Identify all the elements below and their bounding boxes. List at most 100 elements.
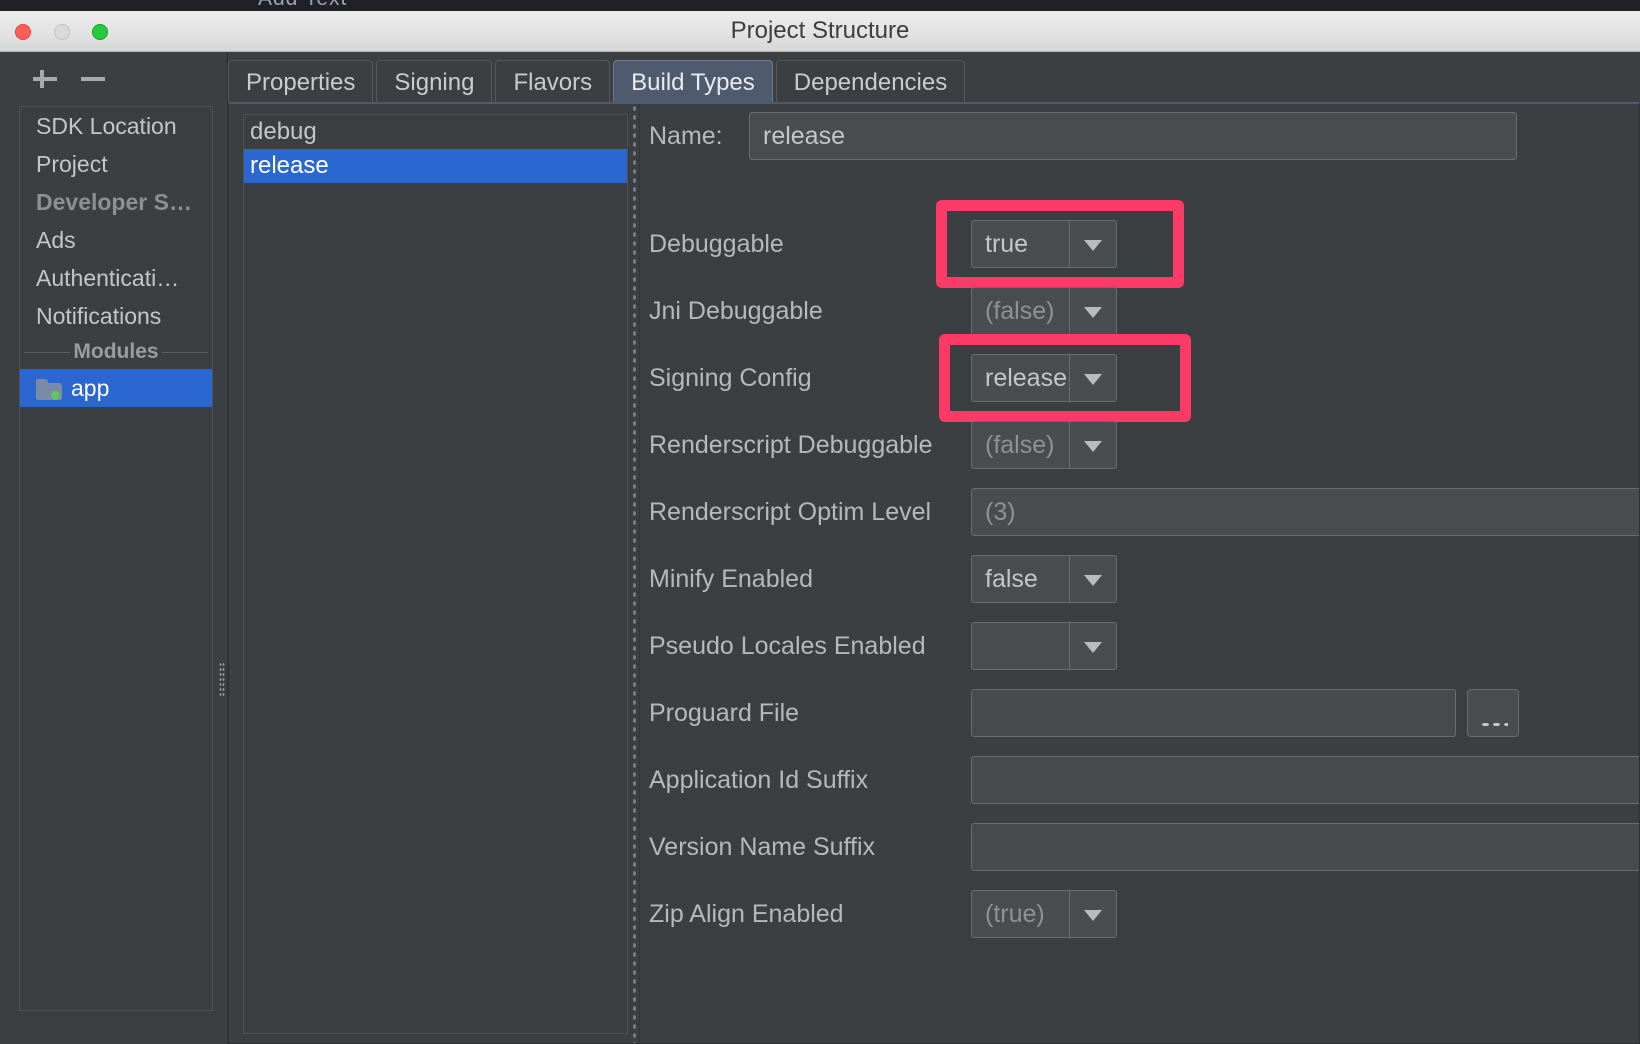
arrow-glyph (1084, 240, 1102, 251)
sidebar-list: SDK Location Project Developer S… Ads Au… (19, 106, 213, 1011)
zip-align-enabled-value: (true) (985, 891, 1045, 937)
chevron-down-icon[interactable] (1069, 288, 1116, 334)
sidebar-splitter[interactable] (216, 52, 228, 1044)
proguard-file-input[interactable] (971, 689, 1456, 737)
sidebar-toolbar (0, 52, 216, 106)
jni-debuggable-value: (false) (985, 288, 1054, 334)
sidebar-separator-label: Modules (73, 340, 158, 363)
window-title: Project Structure (0, 11, 1640, 51)
field-label-pseudo-locales-enabled: Pseudo Locales Enabled (649, 622, 926, 670)
chevron-down-icon[interactable] (1069, 623, 1116, 669)
sidebar-item-authentication[interactable]: Authenticati… (20, 259, 212, 297)
list-item-label: release (250, 152, 329, 179)
form-row-renderscript-debuggable: Renderscript Debuggable (false) (641, 421, 1640, 469)
plus-icon-horizontal (33, 77, 57, 81)
version-name-suffix-input[interactable] (971, 823, 1640, 871)
arrow-glyph (1084, 910, 1102, 921)
arrow-glyph (1084, 575, 1102, 586)
sidebar-item-app-module[interactable]: app (20, 369, 212, 407)
remove-module-button[interactable] (78, 64, 108, 94)
build-types-splitter[interactable] (628, 104, 641, 1044)
field-label-name: Name: (649, 112, 723, 160)
tab-dependencies[interactable]: Dependencies (776, 60, 965, 104)
minify-enabled-dropdown[interactable]: false (971, 555, 1117, 603)
form-row-jni-debuggable: Jni Debuggable (false) (641, 287, 1640, 335)
build-type-item-release[interactable]: release (244, 149, 627, 183)
renderscript-optim-level-value: (3) (985, 489, 1016, 535)
tab-label: Dependencies (794, 69, 947, 96)
separator-rule-right (162, 352, 208, 353)
zip-align-enabled-dropdown[interactable]: (true) (971, 890, 1117, 938)
arrow-glyph (1084, 307, 1102, 318)
sidebar-item-ads[interactable]: Ads (20, 221, 212, 259)
separator-rule-left (24, 352, 70, 353)
build-types-list: debug release (243, 114, 628, 1034)
minify-enabled-value: false (985, 556, 1038, 602)
field-label-renderscript-debuggable: Renderscript Debuggable (649, 421, 933, 469)
field-label-minify-enabled: Minify Enabled (649, 555, 813, 603)
name-input-value: release (763, 113, 845, 159)
sidebar-item-label: SDK Location (36, 113, 177, 139)
sidebar-item-label: Authenticati… (36, 265, 179, 291)
field-label-jni-debuggable: Jni Debuggable (649, 287, 823, 335)
sidebar-item-sdk-location[interactable]: SDK Location (20, 107, 212, 145)
tab-flavors[interactable]: Flavors (495, 60, 610, 104)
sidebar-item-label: app (71, 375, 109, 401)
field-label-zip-align-enabled: Zip Align Enabled (649, 890, 844, 938)
plus-icon-vertical (40, 70, 44, 88)
arrow-glyph (1084, 374, 1102, 385)
tab-properties[interactable]: Properties (228, 60, 373, 104)
chevron-down-icon[interactable] (1069, 556, 1116, 602)
form-row-name: Name: release (641, 112, 1640, 160)
form-row-proguard-file: Proguard File (641, 689, 1640, 737)
chevron-down-icon[interactable] (1069, 422, 1116, 468)
proguard-file-browse-button[interactable] (1467, 689, 1519, 737)
chevron-down-icon[interactable] (1069, 355, 1116, 401)
field-label-version-name-suffix: Version Name Suffix (649, 823, 875, 871)
main-panel: Properties Signing Flavors Build Types D… (228, 52, 1640, 1044)
signing-config-value: release (985, 355, 1067, 401)
module-folder-icon (36, 379, 62, 400)
sidebar-item-label: Notifications (36, 303, 161, 329)
list-item-label: debug (250, 118, 317, 145)
renderscript-debuggable-dropdown[interactable]: (false) (971, 421, 1117, 469)
field-label-renderscript-optim-level: Renderscript Optim Level (649, 488, 931, 536)
tab-build-types[interactable]: Build Types (613, 60, 773, 104)
add-module-button[interactable] (30, 64, 60, 94)
chevron-down-icon[interactable] (1069, 891, 1116, 937)
sidebar-item-project[interactable]: Project (20, 145, 212, 183)
debuggable-dropdown[interactable]: true (971, 220, 1117, 268)
tab-signing[interactable]: Signing (376, 60, 492, 104)
form-row-zip-align-enabled: Zip Align Enabled (true) (641, 890, 1640, 938)
tab-strip: Properties Signing Flavors Build Types D… (228, 60, 1640, 104)
jni-debuggable-dropdown[interactable]: (false) (971, 287, 1117, 335)
arrow-glyph (1084, 642, 1102, 653)
build-type-form: Name: release Debuggable true (641, 104, 1640, 1044)
sidebar-item-notifications[interactable]: Notifications (20, 297, 212, 335)
pseudo-locales-enabled-dropdown[interactable] (971, 622, 1117, 670)
form-row-pseudo-locales-enabled: Pseudo Locales Enabled (641, 622, 1640, 670)
tab-label: Signing (394, 69, 474, 96)
form-row-debuggable: Debuggable true (641, 220, 1640, 268)
name-input[interactable]: release (749, 112, 1517, 160)
background-behind-window: Add Text (0, 0, 1640, 11)
background-ghost-text: Add Text (258, 0, 347, 11)
splitter-dots-icon (632, 104, 637, 1044)
ellipsis-icon (1480, 722, 1508, 727)
signing-config-dropdown[interactable]: release (971, 354, 1117, 402)
build-type-item-debug[interactable]: debug (244, 115, 627, 149)
window-titlebar: Project Structure (0, 11, 1640, 52)
chevron-down-icon[interactable] (1069, 221, 1116, 267)
renderscript-debuggable-value: (false) (985, 422, 1054, 468)
renderscript-optim-level-input[interactable]: (3) (971, 488, 1640, 536)
sidebar-item-label: Developer S… (36, 189, 192, 215)
application-id-suffix-input[interactable] (971, 756, 1640, 804)
form-row-version-name-suffix: Version Name Suffix (641, 823, 1640, 871)
form-row-signing-config: Signing Config release (641, 354, 1640, 402)
sidebar-group-developer-services[interactable]: Developer S… (20, 183, 212, 221)
debuggable-value: true (985, 221, 1028, 267)
form-row-minify-enabled: Minify Enabled false (641, 555, 1640, 603)
window-body: SDK Location Project Developer S… Ads Au… (0, 52, 1640, 1044)
field-label-signing-config: Signing Config (649, 354, 812, 402)
sidebar-modules-separator: Modules (20, 335, 212, 369)
